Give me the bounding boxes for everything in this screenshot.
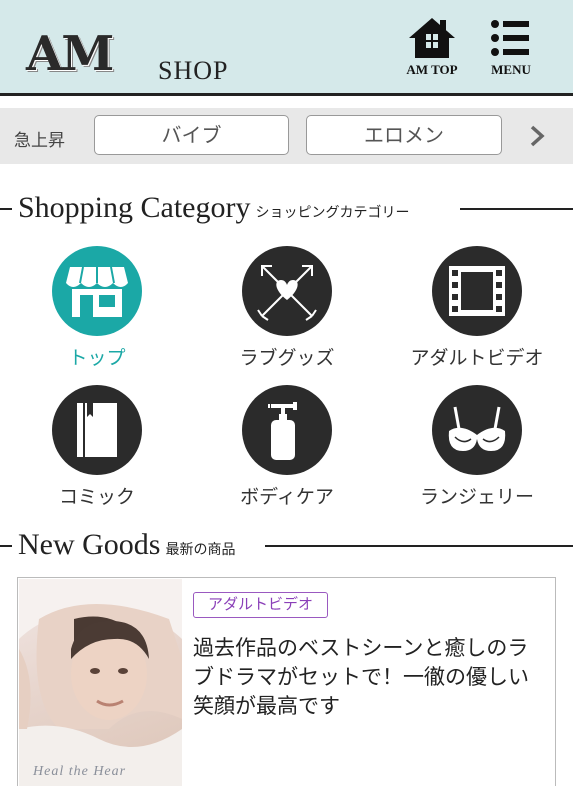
heart-arrows-icon <box>257 265 317 321</box>
new-goods-heading: New Goods 最新の商品 <box>0 528 573 562</box>
category-label: ラブグッズ <box>239 347 335 369</box>
category-top[interactable]: トップ <box>17 246 177 370</box>
menu-label: MENU <box>491 62 531 77</box>
am-top-label: AM TOP <box>406 62 458 77</box>
logo-shop-text: SHOP <box>158 56 229 85</box>
pump-bottle-icon <box>268 402 297 460</box>
keyword-button[interactable]: エロメン <box>306 115 502 155</box>
category-comic[interactable]: コミック <box>17 385 177 509</box>
bra-icon <box>448 406 506 451</box>
heading-rule <box>0 545 12 547</box>
film-icon <box>449 266 505 316</box>
product-thumbnail[interactable]: Heal the Hear <box>19 579 182 786</box>
category-circle <box>432 385 522 475</box>
heading-en: Shopping Category <box>18 191 251 224</box>
logo-am-text: AM <box>26 26 114 82</box>
category-label: トップ <box>68 347 126 369</box>
shop-icon <box>66 266 128 317</box>
heading-rule <box>460 208 573 210</box>
heading-jp: ショッピングカテゴリー <box>255 205 410 221</box>
home-icon <box>409 18 455 58</box>
heading-rule <box>265 545 573 547</box>
category-label: コミック <box>58 486 135 508</box>
site-header: AM SHOP AM TOP MENU <box>0 0 573 96</box>
category-circle <box>242 385 332 475</box>
heading-en: New Goods <box>18 528 161 561</box>
chevron-right-icon[interactable] <box>524 122 550 150</box>
category-lingerie[interactable]: ランジェリー <box>397 385 557 509</box>
category-circle <box>52 246 142 336</box>
book-icon <box>77 403 117 457</box>
am-top-button[interactable]: AM TOP <box>397 16 467 86</box>
category-adult-video[interactable]: アダルトビデオ <box>397 246 557 370</box>
heading-text: Shopping Category ショッピングカテゴリー <box>18 191 410 225</box>
menu-button[interactable]: MENU <box>476 16 546 86</box>
hamburger-menu-icon <box>491 20 529 56</box>
category-circle <box>432 246 522 336</box>
category-circle <box>52 385 142 475</box>
category-label: アダルトビデオ <box>410 347 544 369</box>
heading-text: New Goods 最新の商品 <box>18 528 236 562</box>
category-badge[interactable]: アダルトビデオ <box>193 592 329 618</box>
category-love-goods[interactable]: ラブグッズ <box>207 246 367 370</box>
keyword-button[interactable]: バイブ <box>94 115 289 155</box>
thumbnail-caption: Heal the Hear <box>33 764 127 779</box>
product-card[interactable]: Heal the Hear アダルトビデオ 過去作品のベストシーンと癒しのラブド… <box>17 577 556 786</box>
product-photo <box>19 579 182 786</box>
rising-keywords-bar: 急上昇 バイブ エロメン <box>0 108 573 164</box>
shopping-category-heading: Shopping Category ショッピングカテゴリー <box>0 191 573 225</box>
category-label: ランジェリー <box>419 486 534 508</box>
rising-label: 急上昇 <box>14 131 65 151</box>
heading-rule <box>0 208 12 210</box>
category-body-care[interactable]: ボディケア <box>207 385 367 509</box>
category-circle <box>242 246 332 336</box>
heading-jp: 最新の商品 <box>165 542 236 558</box>
category-label: ボディケア <box>240 486 334 508</box>
product-description[interactable]: 過去作品のベストシーンと癒しのラブドラマがセットで！一徹の優しい笑顔が最高です <box>193 634 548 721</box>
